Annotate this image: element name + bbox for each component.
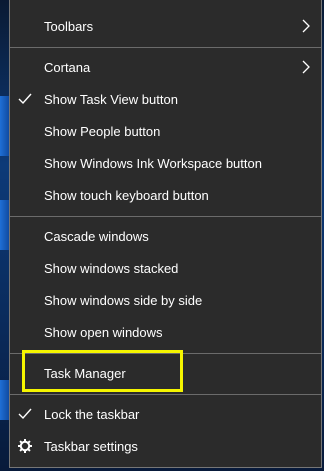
menu-item-taskbar-settings[interactable]: Taskbar settings (10, 430, 321, 462)
menu-item-label: Show Task View button (44, 91, 178, 107)
menu-separator (10, 394, 321, 395)
taskbar-context-menu: Toolbars Cortana Show Task View button S… (9, 0, 322, 468)
menu-item-label: Show windows side by side (44, 292, 203, 308)
menu-item-label: Show Windows Ink Workspace button (44, 155, 262, 171)
menu-item-label: Lock the taskbar (44, 406, 140, 422)
menu-separator (10, 353, 321, 354)
menu-item-show-people-button[interactable]: Show People button (10, 115, 321, 147)
menu-item-show-task-view-button[interactable]: Show Task View button (10, 83, 321, 115)
menu-item-label: Show windows stacked (44, 260, 179, 276)
checkmark-icon (18, 92, 32, 106)
menu-item-label: Show People button (44, 123, 161, 139)
menu-item-show-open-windows[interactable]: Show open windows (10, 316, 321, 348)
menu-item-label: Toolbars (44, 18, 94, 34)
menu-item-label: Cascade windows (44, 228, 149, 244)
menu-item-show-touch-keyboard-button[interactable]: Show touch keyboard button (10, 179, 321, 211)
menu-separator (10, 47, 321, 48)
menu-item-label: Cortana (44, 59, 91, 75)
menu-separator (10, 216, 321, 217)
chevron-right-icon (301, 60, 311, 74)
menu-item-cortana[interactable]: Cortana (10, 51, 321, 83)
menu-item-toolbars[interactable]: Toolbars (10, 10, 321, 42)
gear-icon (18, 439, 32, 453)
menu-item-label: Task Manager (44, 365, 126, 381)
menu-item-cascade-windows[interactable]: Cascade windows (10, 220, 321, 252)
menu-item-task-manager[interactable]: Task Manager (10, 357, 321, 389)
checkmark-icon (18, 407, 32, 421)
menu-item-show-windows-side-by-side[interactable]: Show windows side by side (10, 284, 321, 316)
menu-item-show-windows-ink-workspace-button[interactable]: Show Windows Ink Workspace button (10, 147, 321, 179)
menu-item-lock-the-taskbar[interactable]: Lock the taskbar (10, 398, 321, 430)
menu-item-label: Taskbar settings (44, 438, 138, 454)
menu-item-show-windows-stacked[interactable]: Show windows stacked (10, 252, 321, 284)
menu-item-label: Show open windows (44, 324, 163, 340)
chevron-right-icon (301, 19, 311, 33)
menu-item-label: Show touch keyboard button (44, 187, 209, 203)
